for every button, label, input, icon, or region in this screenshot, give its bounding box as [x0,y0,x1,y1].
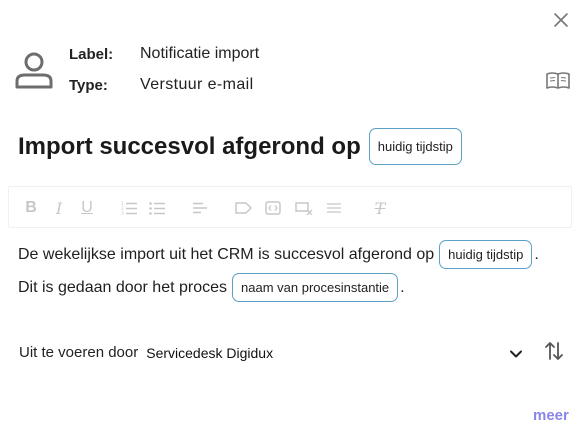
message-end-1: . [534,245,539,263]
field-remove-icon [295,202,313,215]
subject-variable-chip[interactable]: huidig tijdstip [368,128,462,165]
book-icon [546,72,570,89]
bullet-list-icon [149,202,165,215]
executor-select[interactable]: Servicedesk Digidux [146,345,273,361]
message-line-1[interactable]: De wekelijkse import uit het CRM is succ… [18,240,539,269]
label-value: Notificatie import [140,45,260,62]
more-link[interactable]: meer [533,407,569,424]
executor-dropdown-button[interactable] [507,345,525,363]
list-format-button[interactable] [326,187,342,229]
type-value: Verstuur e-mail [140,76,254,93]
clear-format-icon: T [374,198,386,218]
remove-field-button[interactable] [295,187,313,229]
code-icon [265,201,281,215]
message-variable-chip-process[interactable]: naam van procesinstantie [232,273,399,302]
documentation-button[interactable] [545,71,571,93]
subject-row: Import succesvol afgerond op huidig tijd… [18,128,462,165]
italic-button[interactable]: I [51,187,67,229]
bullet-list-button[interactable] [149,187,165,229]
type-key: Type: [69,77,108,94]
subject-title[interactable]: Import succesvol afgerond op [18,133,361,161]
underline-button[interactable]: U [79,187,95,229]
swap-button[interactable] [543,339,565,363]
close-button[interactable] [550,9,572,31]
message-text-1: De wekelijkse import uit het CRM is succ… [18,245,435,263]
align-left-icon [193,202,207,214]
code-block-button[interactable] [265,187,281,229]
bold-button[interactable]: B [23,187,39,229]
ordered-list-icon: 1 2 3 [121,201,137,215]
tag-icon [235,202,252,214]
swap-vertical-icon [545,342,563,360]
message-line-2[interactable]: Dit is gedaan door het proces naam van p… [18,273,405,302]
clear-format-button[interactable]: T [371,187,389,229]
align-button[interactable] [192,187,208,229]
message-end-2: . [400,278,405,296]
list-icon [327,203,341,213]
message-text-2: Dit is gedaan door het proces [18,278,228,296]
editor-toolbar: B I U 1 2 3 T [8,186,572,228]
chevron-down-icon [510,350,522,358]
user-icon [15,52,53,89]
ordered-list-button[interactable]: 1 2 3 [121,187,137,229]
executor-row: Uit te voeren door Servicedesk Digidux [19,344,273,361]
close-icon [554,13,568,27]
executor-label: Uit te voeren door [19,344,139,361]
variable-tag-button[interactable] [235,187,253,229]
message-variable-chip-time[interactable]: huidig tijdstip [439,240,533,269]
label-key: Label: [69,46,114,63]
svg-text:3: 3 [121,211,124,215]
